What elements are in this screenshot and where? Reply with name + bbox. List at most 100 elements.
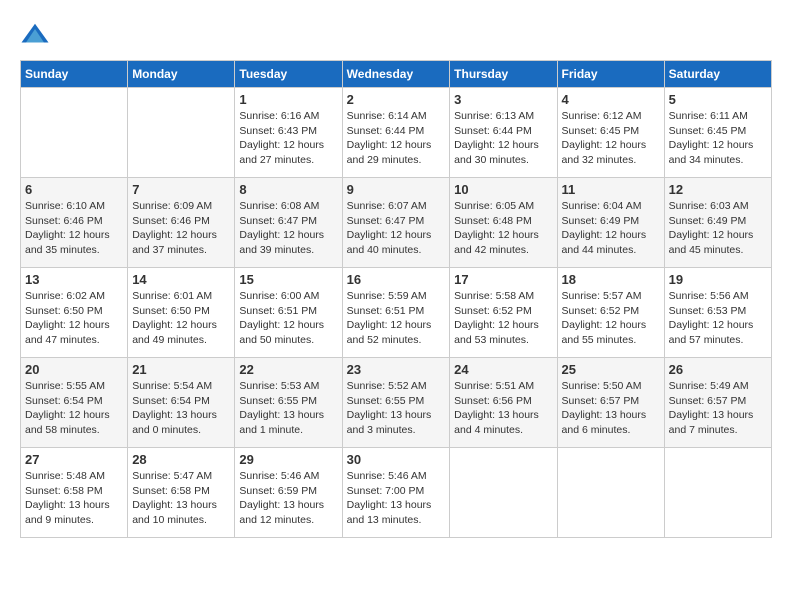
- day-info: Sunrise: 6:02 AM Sunset: 6:50 PM Dayligh…: [25, 289, 123, 348]
- day-number: 16: [347, 272, 446, 287]
- page-header: [20, 20, 772, 50]
- calendar-cell: 19 Sunrise: 5:56 AM Sunset: 6:53 PM Dayli…: [664, 268, 771, 358]
- calendar-cell: 11 Sunrise: 6:04 AM Sunset: 6:49 PM Dayli…: [557, 178, 664, 268]
- calendar-cell: 9 Sunrise: 6:07 AM Sunset: 6:47 PM Daylig…: [342, 178, 450, 268]
- day-number: 18: [562, 272, 660, 287]
- calendar-week-5: 27 Sunrise: 5:48 AM Sunset: 6:58 PM Dayli…: [21, 448, 772, 538]
- calendar-cell: 26 Sunrise: 5:49 AM Sunset: 6:57 PM Dayli…: [664, 358, 771, 448]
- weekday-header-friday: Friday: [557, 61, 664, 88]
- day-info: Sunrise: 6:08 AM Sunset: 6:47 PM Dayligh…: [239, 199, 337, 258]
- calendar-cell: 20 Sunrise: 5:55 AM Sunset: 6:54 PM Dayli…: [21, 358, 128, 448]
- calendar-cell: [128, 88, 235, 178]
- calendar-cell: [664, 448, 771, 538]
- day-info: Sunrise: 6:14 AM Sunset: 6:44 PM Dayligh…: [347, 109, 446, 168]
- day-number: 7: [132, 182, 230, 197]
- day-number: 10: [454, 182, 552, 197]
- day-number: 13: [25, 272, 123, 287]
- day-number: 30: [347, 452, 446, 467]
- weekday-header-saturday: Saturday: [664, 61, 771, 88]
- day-info: Sunrise: 6:11 AM Sunset: 6:45 PM Dayligh…: [669, 109, 767, 168]
- calendar-table: SundayMondayTuesdayWednesdayThursdayFrid…: [20, 60, 772, 538]
- day-number: 9: [347, 182, 446, 197]
- day-number: 19: [669, 272, 767, 287]
- day-number: 21: [132, 362, 230, 377]
- calendar-cell: 8 Sunrise: 6:08 AM Sunset: 6:47 PM Daylig…: [235, 178, 342, 268]
- day-number: 1: [239, 92, 337, 107]
- day-number: 29: [239, 452, 337, 467]
- calendar-cell: [21, 88, 128, 178]
- day-info: Sunrise: 6:10 AM Sunset: 6:46 PM Dayligh…: [25, 199, 123, 258]
- day-info: Sunrise: 5:48 AM Sunset: 6:58 PM Dayligh…: [25, 469, 123, 528]
- calendar-cell: 1 Sunrise: 6:16 AM Sunset: 6:43 PM Daylig…: [235, 88, 342, 178]
- calendar-week-1: 1 Sunrise: 6:16 AM Sunset: 6:43 PM Daylig…: [21, 88, 772, 178]
- day-info: Sunrise: 6:00 AM Sunset: 6:51 PM Dayligh…: [239, 289, 337, 348]
- calendar-cell: 15Sunrise: 6:00 AM Sunset: 6:51 PM Dayli…: [235, 268, 342, 358]
- day-info: Sunrise: 6:09 AM Sunset: 6:46 PM Dayligh…: [132, 199, 230, 258]
- calendar-cell: 10 Sunrise: 6:05 AM Sunset: 6:48 PM Dayli…: [450, 178, 557, 268]
- calendar-cell: 6 Sunrise: 6:10 AM Sunset: 6:46 PM Daylig…: [21, 178, 128, 268]
- day-number: 14: [132, 272, 230, 287]
- calendar-cell: 17 Sunrise: 5:58 AM Sunset: 6:52 PM Dayli…: [450, 268, 557, 358]
- day-info: Sunrise: 6:04 AM Sunset: 6:49 PM Dayligh…: [562, 199, 660, 258]
- day-info: Sunrise: 5:55 AM Sunset: 6:54 PM Dayligh…: [25, 379, 123, 438]
- day-number: 20: [25, 362, 123, 377]
- day-info: Sunrise: 5:46 AM Sunset: 7:00 PM Dayligh…: [347, 469, 446, 528]
- day-number: 4: [562, 92, 660, 107]
- day-info: Sunrise: 5:46 AM Sunset: 6:59 PM Dayligh…: [239, 469, 337, 528]
- calendar-cell: 18 Sunrise: 5:57 AM Sunset: 6:52 PM Dayli…: [557, 268, 664, 358]
- calendar-cell: [450, 448, 557, 538]
- day-info: Sunrise: 5:51 AM Sunset: 6:56 PM Dayligh…: [454, 379, 552, 438]
- calendar-cell: 27 Sunrise: 5:48 AM Sunset: 6:58 PM Dayli…: [21, 448, 128, 538]
- calendar-cell: 4Sunrise: 6:12 AM Sunset: 6:45 PM Daylig…: [557, 88, 664, 178]
- day-number: 23: [347, 362, 446, 377]
- day-number: 5: [669, 92, 767, 107]
- calendar-cell: 12 Sunrise: 6:03 AM Sunset: 6:49 PM Dayli…: [664, 178, 771, 268]
- calendar-cell: 2 Sunrise: 6:14 AM Sunset: 6:44 PM Daylig…: [342, 88, 450, 178]
- day-number: 11: [562, 182, 660, 197]
- calendar-cell: 28Sunrise: 5:47 AM Sunset: 6:58 PM Dayli…: [128, 448, 235, 538]
- day-number: 27: [25, 452, 123, 467]
- calendar-cell: 3Sunrise: 6:13 AM Sunset: 6:44 PM Daylig…: [450, 88, 557, 178]
- calendar-cell: 29 Sunrise: 5:46 AM Sunset: 6:59 PM Dayli…: [235, 448, 342, 538]
- weekday-header-thursday: Thursday: [450, 61, 557, 88]
- day-info: Sunrise: 5:54 AM Sunset: 6:54 PM Dayligh…: [132, 379, 230, 438]
- day-number: 12: [669, 182, 767, 197]
- calendar-cell: 13 Sunrise: 6:02 AM Sunset: 6:50 PM Dayli…: [21, 268, 128, 358]
- day-number: 6: [25, 182, 123, 197]
- weekday-header-sunday: Sunday: [21, 61, 128, 88]
- day-info: Sunrise: 6:07 AM Sunset: 6:47 PM Dayligh…: [347, 199, 446, 258]
- calendar-cell: 14Sunrise: 6:01 AM Sunset: 6:50 PM Dayli…: [128, 268, 235, 358]
- day-number: 26: [669, 362, 767, 377]
- calendar-week-2: 6 Sunrise: 6:10 AM Sunset: 6:46 PM Daylig…: [21, 178, 772, 268]
- day-number: 17: [454, 272, 552, 287]
- day-number: 2: [347, 92, 446, 107]
- calendar-cell: 30 Sunrise: 5:46 AM Sunset: 7:00 PM Dayli…: [342, 448, 450, 538]
- calendar-cell: 16 Sunrise: 5:59 AM Sunset: 6:51 PM Dayli…: [342, 268, 450, 358]
- calendar-cell: 23 Sunrise: 5:52 AM Sunset: 6:55 PM Dayli…: [342, 358, 450, 448]
- weekday-header-monday: Monday: [128, 61, 235, 88]
- calendar-cell: 24 Sunrise: 5:51 AM Sunset: 6:56 PM Dayli…: [450, 358, 557, 448]
- day-info: Sunrise: 5:58 AM Sunset: 6:52 PM Dayligh…: [454, 289, 552, 348]
- weekday-header-row: SundayMondayTuesdayWednesdayThursdayFrid…: [21, 61, 772, 88]
- day-number: 3: [454, 92, 552, 107]
- day-number: 24: [454, 362, 552, 377]
- day-info: Sunrise: 5:50 AM Sunset: 6:57 PM Dayligh…: [562, 379, 660, 438]
- day-info: Sunrise: 5:56 AM Sunset: 6:53 PM Dayligh…: [669, 289, 767, 348]
- day-info: Sunrise: 5:52 AM Sunset: 6:55 PM Dayligh…: [347, 379, 446, 438]
- day-number: 25: [562, 362, 660, 377]
- day-info: Sunrise: 5:59 AM Sunset: 6:51 PM Dayligh…: [347, 289, 446, 348]
- day-info: Sunrise: 5:49 AM Sunset: 6:57 PM Dayligh…: [669, 379, 767, 438]
- weekday-header-wednesday: Wednesday: [342, 61, 450, 88]
- calendar-week-4: 20 Sunrise: 5:55 AM Sunset: 6:54 PM Dayli…: [21, 358, 772, 448]
- day-info: Sunrise: 5:57 AM Sunset: 6:52 PM Dayligh…: [562, 289, 660, 348]
- day-info: Sunrise: 6:16 AM Sunset: 6:43 PM Dayligh…: [239, 109, 337, 168]
- day-number: 22: [239, 362, 337, 377]
- calendar-cell: 21 Sunrise: 5:54 AM Sunset: 6:54 PM Dayli…: [128, 358, 235, 448]
- day-number: 8: [239, 182, 337, 197]
- calendar-cell: [557, 448, 664, 538]
- day-number: 28: [132, 452, 230, 467]
- day-info: Sunrise: 6:03 AM Sunset: 6:49 PM Dayligh…: [669, 199, 767, 258]
- logo-icon: [20, 20, 50, 50]
- calendar-cell: 22Sunrise: 5:53 AM Sunset: 6:55 PM Dayli…: [235, 358, 342, 448]
- day-info: Sunrise: 6:05 AM Sunset: 6:48 PM Dayligh…: [454, 199, 552, 258]
